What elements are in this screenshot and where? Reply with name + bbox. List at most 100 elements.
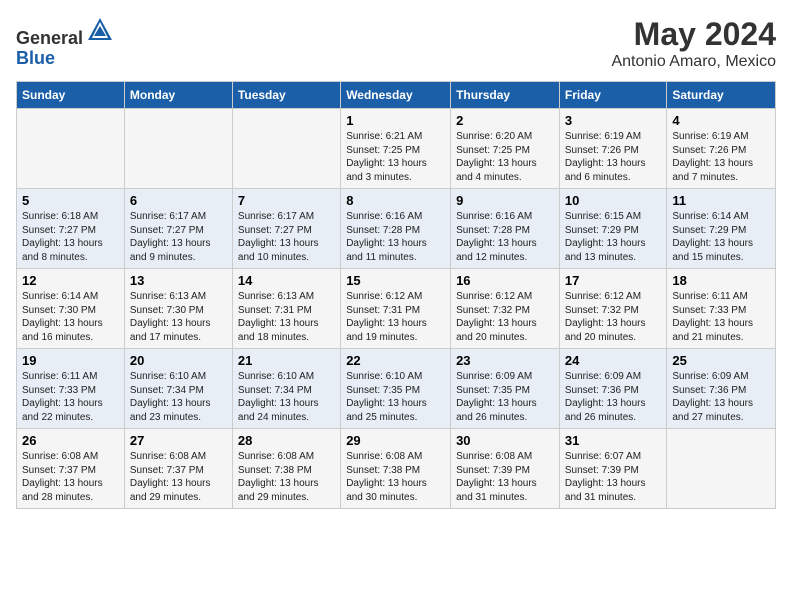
- table-row: 10 Sunrise: 6:15 AMSunset: 7:29 PMDayligh…: [559, 189, 666, 269]
- table-row: [232, 109, 340, 189]
- day-number: 29: [346, 433, 445, 448]
- day-info: Sunrise: 6:09 AMSunset: 7:35 PMDaylight:…: [456, 371, 537, 423]
- table-row: 29 Sunrise: 6:08 AMSunset: 7:38 PMDayligh…: [341, 429, 451, 509]
- day-info: Sunrise: 6:08 AMSunset: 7:37 PMDaylight:…: [130, 451, 211, 503]
- day-info: Sunrise: 6:11 AMSunset: 7:33 PMDaylight:…: [672, 291, 753, 343]
- day-info: Sunrise: 6:17 AMSunset: 7:27 PMDaylight:…: [238, 211, 319, 263]
- day-number: 25: [672, 353, 770, 368]
- table-row: 5 Sunrise: 6:18 AMSunset: 7:27 PMDaylight…: [17, 189, 125, 269]
- table-row: [667, 429, 776, 509]
- table-row: 24 Sunrise: 6:09 AMSunset: 7:36 PMDayligh…: [559, 349, 666, 429]
- calendar-week-row: 12 Sunrise: 6:14 AMSunset: 7:30 PMDayligh…: [17, 269, 776, 349]
- day-info: Sunrise: 6:16 AMSunset: 7:28 PMDaylight:…: [456, 211, 537, 263]
- header-monday: Monday: [124, 82, 232, 109]
- calendar-week-row: 1Sunrise: 6:21 AMSunset: 7:25 PMDaylight…: [17, 109, 776, 189]
- day-info: Sunrise: 6:07 AMSunset: 7:39 PMDaylight:…: [565, 451, 646, 503]
- table-row: 19 Sunrise: 6:11 AMSunset: 7:33 PMDayligh…: [17, 349, 125, 429]
- day-number: 27: [130, 433, 227, 448]
- day-info: Sunrise: 6:20 AMSunset: 7:25 PMDaylight:…: [456, 131, 537, 183]
- day-info: Sunrise: 6:14 AMSunset: 7:30 PMDaylight:…: [22, 291, 103, 343]
- table-row: 28 Sunrise: 6:08 AMSunset: 7:38 PMDayligh…: [232, 429, 340, 509]
- header: General Blue May 2024 Antonio Amaro, Mex…: [16, 16, 776, 71]
- table-row: 30 Sunrise: 6:08 AMSunset: 7:39 PMDayligh…: [451, 429, 560, 509]
- day-info: Sunrise: 6:08 AMSunset: 7:38 PMDaylight:…: [346, 451, 427, 503]
- day-number: 19: [22, 353, 119, 368]
- day-info: Sunrise: 6:21 AMSunset: 7:25 PMDaylight:…: [346, 131, 427, 183]
- day-number: 10: [565, 193, 661, 208]
- day-info: Sunrise: 6:19 AMSunset: 7:26 PMDaylight:…: [565, 131, 646, 183]
- table-row: 7 Sunrise: 6:17 AMSunset: 7:27 PMDaylight…: [232, 189, 340, 269]
- day-info: Sunrise: 6:08 AMSunset: 7:37 PMDaylight:…: [22, 451, 103, 503]
- day-info: Sunrise: 6:09 AMSunset: 7:36 PMDaylight:…: [565, 371, 646, 423]
- day-number: 12: [22, 273, 119, 288]
- day-info: Sunrise: 6:12 AMSunset: 7:32 PMDaylight:…: [456, 291, 537, 343]
- day-info: Sunrise: 6:15 AMSunset: 7:29 PMDaylight:…: [565, 211, 646, 263]
- calendar-week-row: 5 Sunrise: 6:18 AMSunset: 7:27 PMDaylight…: [17, 189, 776, 269]
- day-number: 28: [238, 433, 335, 448]
- table-row: [124, 109, 232, 189]
- day-info: Sunrise: 6:18 AMSunset: 7:27 PMDaylight:…: [22, 211, 103, 263]
- day-info: Sunrise: 6:16 AMSunset: 7:28 PMDaylight:…: [346, 211, 427, 263]
- table-row: 9 Sunrise: 6:16 AMSunset: 7:28 PMDaylight…: [451, 189, 560, 269]
- day-number: 30: [456, 433, 554, 448]
- day-number: 21: [238, 353, 335, 368]
- table-row: 26 Sunrise: 6:08 AMSunset: 7:37 PMDayligh…: [17, 429, 125, 509]
- table-row: 27 Sunrise: 6:08 AMSunset: 7:37 PMDayligh…: [124, 429, 232, 509]
- table-row: 17Sunrise: 6:12 AMSunset: 7:32 PMDayligh…: [559, 269, 666, 349]
- table-row: 16 Sunrise: 6:12 AMSunset: 7:32 PMDayligh…: [451, 269, 560, 349]
- logo-icon: [86, 16, 114, 44]
- day-info: Sunrise: 6:08 AMSunset: 7:38 PMDaylight:…: [238, 451, 319, 503]
- logo: General Blue: [16, 16, 114, 69]
- table-row: 22Sunrise: 6:10 AMSunset: 7:35 PMDayligh…: [341, 349, 451, 429]
- day-number: 13: [130, 273, 227, 288]
- day-number: 2: [456, 113, 554, 128]
- logo-general: General: [16, 28, 83, 48]
- day-info: Sunrise: 6:19 AMSunset: 7:26 PMDaylight:…: [672, 131, 753, 183]
- table-row: 6Sunrise: 6:17 AMSunset: 7:27 PMDaylight…: [124, 189, 232, 269]
- table-row: 21Sunrise: 6:10 AMSunset: 7:34 PMDayligh…: [232, 349, 340, 429]
- table-row: 15 Sunrise: 6:12 AMSunset: 7:31 PMDayligh…: [341, 269, 451, 349]
- day-info: Sunrise: 6:11 AMSunset: 7:33 PMDaylight:…: [22, 371, 103, 423]
- day-number: 15: [346, 273, 445, 288]
- table-row: 3 Sunrise: 6:19 AMSunset: 7:26 PMDaylight…: [559, 109, 666, 189]
- day-info: Sunrise: 6:14 AMSunset: 7:29 PMDaylight:…: [672, 211, 753, 263]
- table-row: [17, 109, 125, 189]
- table-row: 12 Sunrise: 6:14 AMSunset: 7:30 PMDayligh…: [17, 269, 125, 349]
- table-row: 25 Sunrise: 6:09 AMSunset: 7:36 PMDayligh…: [667, 349, 776, 429]
- day-number: 26: [22, 433, 119, 448]
- header-saturday: Saturday: [667, 82, 776, 109]
- calendar-week-row: 19 Sunrise: 6:11 AMSunset: 7:33 PMDayligh…: [17, 349, 776, 429]
- day-info: Sunrise: 6:10 AMSunset: 7:35 PMDaylight:…: [346, 371, 427, 423]
- location: Antonio Amaro, Mexico: [611, 53, 776, 71]
- logo-blue: Blue: [16, 48, 55, 68]
- table-row: 1Sunrise: 6:21 AMSunset: 7:25 PMDaylight…: [341, 109, 451, 189]
- title-area: May 2024 Antonio Amaro, Mexico: [611, 16, 776, 71]
- header-sunday: Sunday: [17, 82, 125, 109]
- day-number: 16: [456, 273, 554, 288]
- day-number: 20: [130, 353, 227, 368]
- days-header-row: Sunday Monday Tuesday Wednesday Thursday…: [17, 82, 776, 109]
- header-thursday: Thursday: [451, 82, 560, 109]
- day-info: Sunrise: 6:12 AMSunset: 7:32 PMDaylight:…: [565, 291, 646, 343]
- header-tuesday: Tuesday: [232, 82, 340, 109]
- day-info: Sunrise: 6:13 AMSunset: 7:31 PMDaylight:…: [238, 291, 319, 343]
- day-number: 5: [22, 193, 119, 208]
- table-row: 4Sunrise: 6:19 AMSunset: 7:26 PMDaylight…: [667, 109, 776, 189]
- table-row: 20Sunrise: 6:10 AMSunset: 7:34 PMDayligh…: [124, 349, 232, 429]
- day-number: 11: [672, 193, 770, 208]
- day-number: 24: [565, 353, 661, 368]
- day-number: 31: [565, 433, 661, 448]
- day-info: Sunrise: 6:12 AMSunset: 7:31 PMDaylight:…: [346, 291, 427, 343]
- day-number: 7: [238, 193, 335, 208]
- day-info: Sunrise: 6:09 AMSunset: 7:36 PMDaylight:…: [672, 371, 753, 423]
- day-number: 9: [456, 193, 554, 208]
- table-row: 13 Sunrise: 6:13 AMSunset: 7:30 PMDayligh…: [124, 269, 232, 349]
- day-info: Sunrise: 6:13 AMSunset: 7:30 PMDaylight:…: [130, 291, 211, 343]
- day-number: 3: [565, 113, 661, 128]
- day-number: 8: [346, 193, 445, 208]
- table-row: 14Sunrise: 6:13 AMSunset: 7:31 PMDayligh…: [232, 269, 340, 349]
- calendar-week-row: 26 Sunrise: 6:08 AMSunset: 7:37 PMDayligh…: [17, 429, 776, 509]
- month-year: May 2024: [611, 16, 776, 53]
- table-row: 11 Sunrise: 6:14 AMSunset: 7:29 PMDayligh…: [667, 189, 776, 269]
- day-info: Sunrise: 6:08 AMSunset: 7:39 PMDaylight:…: [456, 451, 537, 503]
